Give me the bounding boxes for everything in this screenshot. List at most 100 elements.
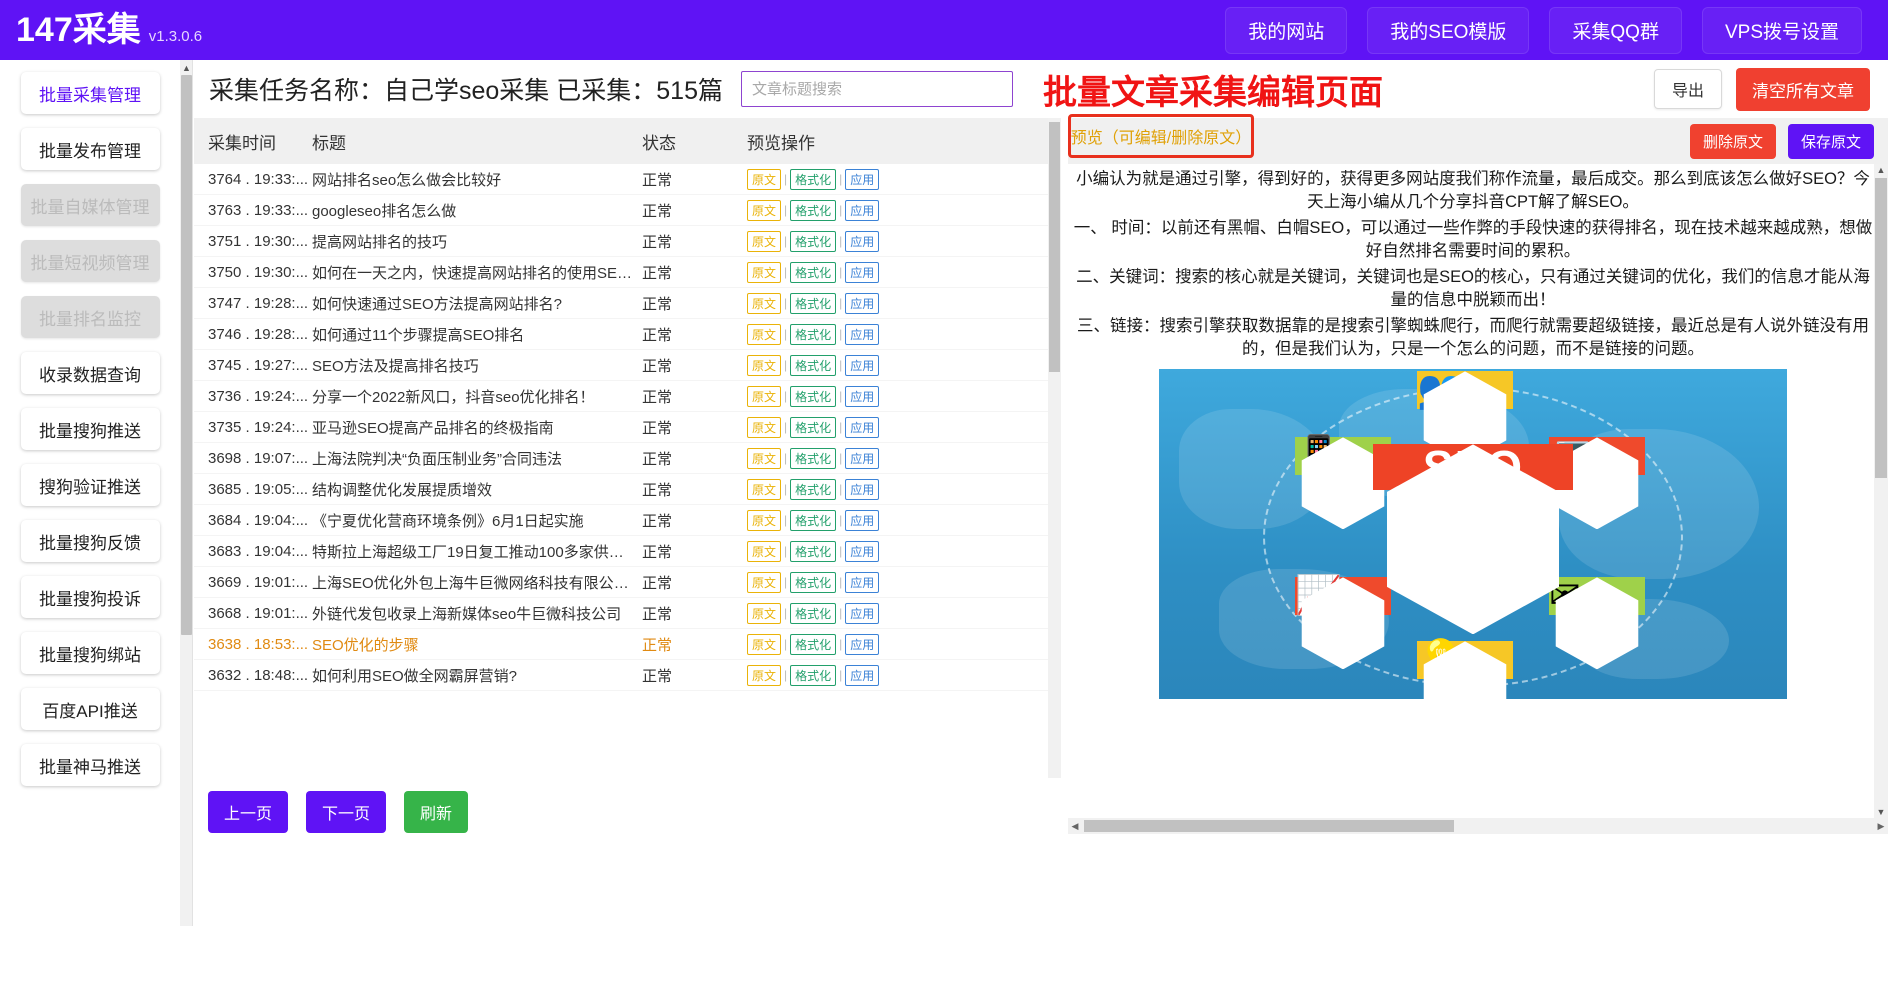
- action-2[interactable]: 应用: [845, 665, 879, 686]
- sidebar-item-10[interactable]: 批量搜狗绑站: [21, 632, 160, 674]
- table-row[interactable]: 3669 . 19:01:...上海SEO优化外包上海牛巨微网络科技有限公司站群…: [194, 567, 1061, 598]
- action-1[interactable]: 格式化: [790, 293, 836, 314]
- action-1[interactable]: 格式化: [790, 324, 836, 345]
- nav-collect-qq-group[interactable]: 采集QQ群: [1549, 7, 1682, 54]
- table-row[interactable]: 3685 . 19:05:...结构调整优化发展提质增效正常原文|格式化|应用: [194, 474, 1061, 505]
- action-0[interactable]: 原文: [747, 541, 781, 562]
- table-row[interactable]: 3668 . 19:01:...外链代发包收录上海新媒体seo牛巨微科技公司正常…: [194, 598, 1061, 629]
- preview-scroll-down-icon[interactable]: ▼: [1875, 806, 1887, 818]
- action-2[interactable]: 应用: [845, 479, 879, 500]
- action-2[interactable]: 应用: [845, 355, 879, 376]
- sidebar-item-9[interactable]: 批量搜狗投诉: [21, 576, 160, 618]
- action-0[interactable]: 原文: [747, 355, 781, 376]
- preview-hscrollbar-thumb[interactable]: [1084, 820, 1454, 832]
- action-2[interactable]: 应用: [845, 262, 879, 283]
- table-row[interactable]: 3632 . 18:48:...如何利用SEO做全网霸屏营销?正常原文|格式化|…: [194, 660, 1061, 691]
- action-0[interactable]: 原文: [747, 417, 781, 438]
- action-0[interactable]: 原文: [747, 479, 781, 500]
- sidebar-item-0[interactable]: 批量采集管理: [21, 72, 160, 114]
- action-1[interactable]: 格式化: [790, 603, 836, 624]
- action-2[interactable]: 应用: [845, 541, 879, 562]
- refresh-button[interactable]: 刷新: [404, 791, 468, 833]
- table-vertical-scrollbar[interactable]: [1048, 118, 1061, 778]
- preview-scroll-left-icon[interactable]: ◀: [1068, 821, 1082, 832]
- action-0[interactable]: 原文: [747, 200, 781, 221]
- table-row[interactable]: 3747 . 19:28:...如何快速通过SEO方法提高网站排名?正常原文|格…: [194, 288, 1061, 319]
- preview-content[interactable]: 小编认为就是通过引擎，得到好的，获得更多网站度我们称作流量，最后成交。那么到底该…: [1068, 164, 1888, 814]
- action-2[interactable]: 应用: [845, 324, 879, 345]
- table-row[interactable]: 3735 . 19:24:...亚马逊SEO提高产品排名的终极指南正常原文|格式…: [194, 412, 1061, 443]
- preview-vertical-scrollbar[interactable]: ▲ ▼: [1874, 164, 1888, 818]
- action-2[interactable]: 应用: [845, 231, 879, 252]
- table-row[interactable]: 3746 . 19:28:...如何通过11个步骤提高SEO排名正常原文|格式化…: [194, 319, 1061, 350]
- action-0[interactable]: 原文: [747, 603, 781, 624]
- table-row[interactable]: 3683 . 19:04:...特斯拉上海超级工厂19日复工推动100多家供应商…: [194, 536, 1061, 567]
- sidebar-item-5[interactable]: 收录数据查询: [21, 352, 160, 394]
- table-row[interactable]: 3745 . 19:27:...SEO方法及提高排名技巧正常原文|格式化|应用: [194, 350, 1061, 381]
- table-row[interactable]: 3764 . 19:33:...网站排名seo怎么做会比较好正常原文|格式化|应…: [194, 164, 1061, 195]
- main-vertical-scrollbar[interactable]: ▲: [180, 60, 193, 926]
- action-1[interactable]: 格式化: [790, 231, 836, 252]
- table-row[interactable]: 3751 . 19:30:...提高网站排名的技巧正常原文|格式化|应用: [194, 226, 1061, 257]
- action-0[interactable]: 原文: [747, 386, 781, 407]
- action-1[interactable]: 格式化: [790, 386, 836, 407]
- search-input[interactable]: [741, 71, 1013, 107]
- action-1[interactable]: 格式化: [790, 262, 836, 283]
- sidebar-item-1[interactable]: 批量发布管理: [21, 128, 160, 170]
- action-2[interactable]: 应用: [845, 510, 879, 531]
- action-2[interactable]: 应用: [845, 169, 879, 190]
- action-0[interactable]: 原文: [747, 510, 781, 531]
- action-0[interactable]: 原文: [747, 169, 781, 190]
- scroll-up-arrow-icon[interactable]: ▲: [181, 62, 192, 74]
- action-0[interactable]: 原文: [747, 665, 781, 686]
- action-2[interactable]: 应用: [845, 386, 879, 407]
- delete-original-button[interactable]: 删除原文: [1690, 124, 1776, 159]
- export-button[interactable]: 导出: [1654, 69, 1722, 109]
- save-original-button[interactable]: 保存原文: [1788, 124, 1874, 159]
- sidebar-item-12[interactable]: 批量神马推送: [21, 744, 160, 786]
- sidebar-item-6[interactable]: 批量搜狗推送: [21, 408, 160, 450]
- table-row[interactable]: 3638 . 18:53:...SEO优化的步骤正常原文|格式化|应用: [194, 629, 1061, 660]
- action-0[interactable]: 原文: [747, 293, 781, 314]
- action-2[interactable]: 应用: [845, 417, 879, 438]
- action-0[interactable]: 原文: [747, 634, 781, 655]
- action-2[interactable]: 应用: [845, 603, 879, 624]
- action-0[interactable]: 原文: [747, 231, 781, 252]
- action-0[interactable]: 原文: [747, 324, 781, 345]
- action-0[interactable]: 原文: [747, 448, 781, 469]
- next-page-button[interactable]: 下一页: [306, 791, 386, 833]
- table-row[interactable]: 3684 . 19:04:...《宁夏优化营商环境条例》6月1日起实施正常原文|…: [194, 505, 1061, 536]
- action-1[interactable]: 格式化: [790, 448, 836, 469]
- table-row[interactable]: 3750 . 19:30:...如何在一天之内，快速提高网站排名的使用SEO技巧…: [194, 257, 1061, 288]
- action-1[interactable]: 格式化: [790, 355, 836, 376]
- action-2[interactable]: 应用: [845, 200, 879, 221]
- table-row[interactable]: 3763 . 19:33:...googleseo排名怎么做正常原文|格式化|应…: [194, 195, 1061, 226]
- action-2[interactable]: 应用: [845, 448, 879, 469]
- sidebar-item-7[interactable]: 搜狗验证推送: [21, 464, 160, 506]
- nav-vps-dial-settings[interactable]: VPS拨号设置: [1702, 7, 1862, 54]
- action-1[interactable]: 格式化: [790, 510, 836, 531]
- action-1[interactable]: 格式化: [790, 479, 836, 500]
- action-1[interactable]: 格式化: [790, 200, 836, 221]
- scrollbar-thumb[interactable]: [181, 75, 192, 635]
- action-1[interactable]: 格式化: [790, 572, 836, 593]
- action-2[interactable]: 应用: [845, 293, 879, 314]
- nav-my-website[interactable]: 我的网站: [1225, 7, 1347, 54]
- sidebar-item-8[interactable]: 批量搜狗反馈: [21, 520, 160, 562]
- preview-scrollbar-thumb[interactable]: [1875, 178, 1887, 478]
- action-0[interactable]: 原文: [747, 572, 781, 593]
- table-row[interactable]: 3698 . 19:07:...上海法院判决“负面压制业务”合同违法正常原文|格…: [194, 443, 1061, 474]
- action-1[interactable]: 格式化: [790, 417, 836, 438]
- preview-scroll-up-icon[interactable]: ▲: [1875, 164, 1887, 176]
- prev-page-button[interactable]: 上一页: [208, 791, 288, 833]
- sidebar-item-11[interactable]: 百度API推送: [21, 688, 160, 730]
- action-1[interactable]: 格式化: [790, 541, 836, 562]
- action-1[interactable]: 格式化: [790, 169, 836, 190]
- preview-horizontal-scrollbar[interactable]: ◀ ▶: [1068, 818, 1888, 834]
- nav-my-seo-template[interactable]: 我的SEO模版: [1367, 7, 1529, 54]
- table-row[interactable]: 3736 . 19:24:...分享一个2022新风口，抖音seo优化排名！正常…: [194, 381, 1061, 412]
- clear-all-articles-button[interactable]: 清空所有文章: [1736, 68, 1870, 111]
- action-0[interactable]: 原文: [747, 262, 781, 283]
- action-2[interactable]: 应用: [845, 572, 879, 593]
- action-1[interactable]: 格式化: [790, 634, 836, 655]
